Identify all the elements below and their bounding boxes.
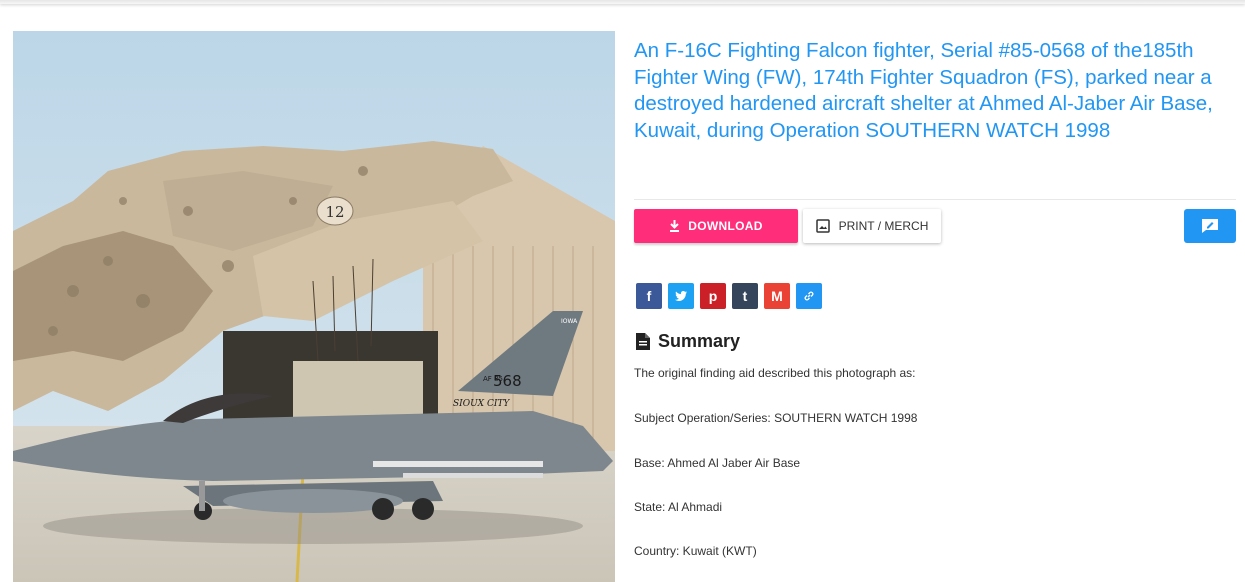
svg-text:SIOUX CITY: SIOUX CITY xyxy=(453,399,510,409)
document-icon xyxy=(636,333,650,350)
download-label: DOWNLOAD xyxy=(688,219,763,233)
facebook-icon[interactable]: f xyxy=(636,283,662,309)
divider xyxy=(634,199,1236,200)
download-icon xyxy=(670,220,680,232)
twitter-icon[interactable] xyxy=(668,283,694,309)
tumblr-icon[interactable]: t xyxy=(732,283,758,309)
link-icon[interactable] xyxy=(796,283,822,309)
share-buttons: f p t M xyxy=(636,283,822,309)
feedback-icon xyxy=(1202,219,1218,233)
page-title: An F-16C Fighting Falcon fighter, Serial… xyxy=(634,39,1213,142)
top-bar xyxy=(0,0,1245,4)
summary-line-operation: Subject Operation/Series: SOUTHERN WATCH… xyxy=(634,411,918,425)
summary-heading: Summary xyxy=(636,331,740,352)
feedback-button[interactable] xyxy=(1184,209,1236,243)
summary-line-base: Base: Ahmed Al Jaber Air Base xyxy=(634,456,801,470)
image-icon xyxy=(815,219,830,233)
main-photo[interactable]: 12 IOWA AF 85 568 SIOUX CITY xyxy=(13,31,615,582)
svg-text:12: 12 xyxy=(325,203,344,221)
summary-line-state: State: Al Ahmadi xyxy=(634,500,723,514)
print-merch-button[interactable]: PRINT / MERCH xyxy=(803,209,941,243)
svg-text:568: 568 xyxy=(493,372,522,390)
print-merch-label: PRINT / MERCH xyxy=(838,219,929,233)
pinterest-icon[interactable]: p xyxy=(700,283,726,309)
gmail-icon[interactable]: M xyxy=(764,283,790,309)
summary-line-country: Country: Kuwait (KWT) xyxy=(634,544,757,558)
download-button[interactable]: DOWNLOAD xyxy=(634,209,798,243)
svg-text:IOWA: IOWA xyxy=(561,318,578,325)
summary-intro: The original finding aid described this … xyxy=(634,366,916,380)
summary-title: Summary xyxy=(658,331,741,351)
